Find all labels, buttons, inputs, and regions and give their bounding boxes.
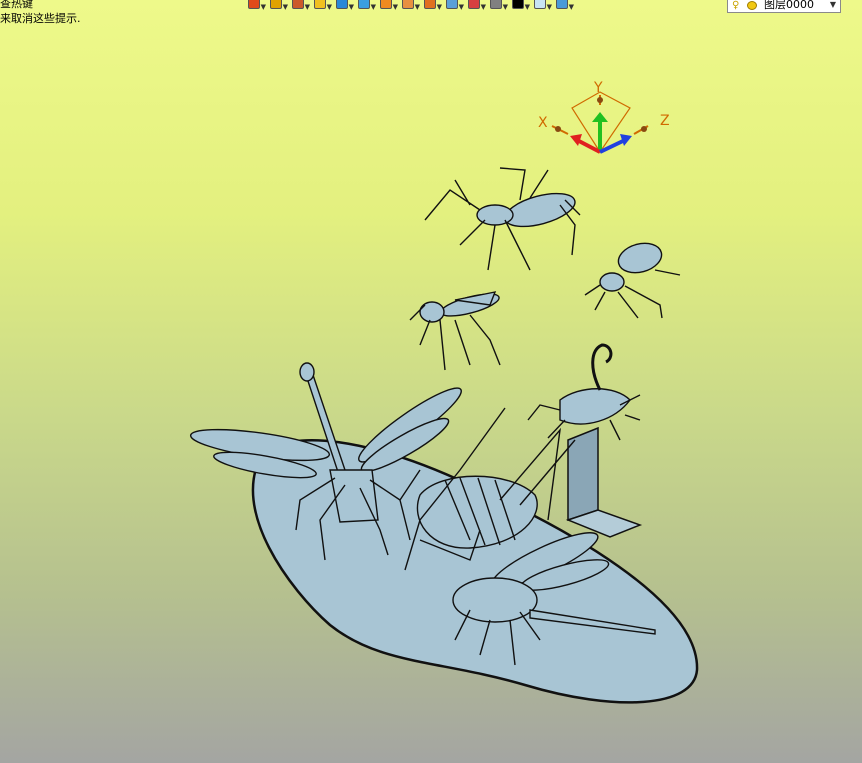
blue-cube-button[interactable]: ▼ <box>334 0 354 13</box>
frame-button[interactable]: ▼ <box>466 0 486 13</box>
layers-stack-icon <box>270 0 282 9</box>
scorpion-model[interactable] <box>527 343 641 441</box>
stack-grey-button[interactable]: ▼ <box>488 0 508 13</box>
mosquito-model[interactable] <box>409 290 501 371</box>
undo-button[interactable]: ▼ <box>246 0 266 13</box>
snap-target-icon <box>424 0 436 9</box>
chevron-down-icon[interactable]: ▼ <box>503 3 508 11</box>
axis-x-label: X <box>538 115 548 131</box>
blue-cube-2-icon <box>358 0 370 9</box>
light-swatch-icon <box>534 0 546 9</box>
frame-icon <box>468 0 480 9</box>
pencil-button[interactable]: ▼ <box>290 0 310 13</box>
chevron-down-icon[interactable]: ▼ <box>371 3 376 11</box>
light-swatch-button[interactable]: ▼ <box>532 0 552 13</box>
chevron-down-icon[interactable]: ▼ <box>569 3 574 11</box>
chevron-down-icon[interactable]: ▼ <box>393 3 398 11</box>
page-icon <box>446 0 458 9</box>
axis-triad: Y X Z <box>538 80 670 154</box>
yellow-box-icon <box>314 0 326 9</box>
blue-cube-icon <box>336 0 348 9</box>
chevron-down-icon[interactable]: ▼ <box>830 0 836 12</box>
axis-z-label: Z <box>660 113 670 129</box>
spider-model[interactable] <box>424 167 581 271</box>
yellow-box-button[interactable]: ▼ <box>312 0 332 13</box>
chevron-down-icon[interactable]: ▼ <box>547 3 552 11</box>
chevron-down-icon[interactable]: ▼ <box>349 3 354 11</box>
3d-viewport[interactable]: Y X Z 查热键 来取消这些提示. ▼ ▼ ▼ ▼ ▼ ▼ ▼ ▼ ▼ ▼ ▼ ▼ ▼ ▼ ▼ ♀ 图层0… <box>0 0 862 763</box>
page-button[interactable]: ▼ <box>444 0 464 13</box>
pencil-icon <box>292 0 304 9</box>
chevron-down-icon[interactable]: ▼ <box>459 3 464 11</box>
hint-line-1: 查热键 <box>0 0 33 10</box>
chevron-down-icon[interactable]: ▼ <box>305 3 310 11</box>
render-sphere-button[interactable]: ▼ <box>400 0 420 13</box>
black-swatch-icon <box>512 0 524 9</box>
layers-icon <box>556 0 568 9</box>
layer-select[interactable]: ♀ 图层0000 ▼ <box>727 0 841 13</box>
lightbulb-icon: ♀ <box>732 0 740 11</box>
snap-target-button[interactable]: ▼ <box>422 0 442 13</box>
display-stand[interactable] <box>565 426 643 538</box>
chevron-down-icon[interactable]: ▼ <box>415 3 420 11</box>
layer-lock-icon <box>747 1 757 10</box>
chevron-down-icon[interactable]: ▼ <box>283 3 288 11</box>
layers-stack-button[interactable]: ▼ <box>268 0 288 13</box>
stack-grey-icon <box>490 0 502 9</box>
blue-cube-2-button[interactable]: ▼ <box>356 0 376 13</box>
axis-y-label: Y <box>593 80 603 96</box>
chevron-down-icon[interactable]: ▼ <box>327 3 332 11</box>
layer-select-value: 图层0000 <box>764 0 814 11</box>
chevron-down-icon[interactable]: ▼ <box>525 3 530 11</box>
insect-model-view[interactable]: Y X Z <box>0 0 862 763</box>
color-wheel-button[interactable]: ▼ <box>378 0 398 13</box>
view-toolbar: ▼ ▼ ▼ ▼ ▼ ▼ ▼ ▼ ▼ ▼ ▼ ▼ ▼ ▼ ▼ <box>246 0 576 13</box>
layers-button[interactable]: ▼ <box>554 0 574 13</box>
render-sphere-icon <box>402 0 414 9</box>
chevron-down-icon[interactable]: ▼ <box>481 3 486 11</box>
black-swatch-button[interactable]: ▼ <box>510 0 530 13</box>
hint-line-2: 来取消这些提示. <box>0 12 81 25</box>
undo-icon <box>248 0 260 9</box>
chevron-down-icon[interactable]: ▼ <box>437 3 442 11</box>
chevron-down-icon[interactable]: ▼ <box>261 3 266 11</box>
color-wheel-icon <box>380 0 392 9</box>
tick-model[interactable] <box>584 239 681 319</box>
